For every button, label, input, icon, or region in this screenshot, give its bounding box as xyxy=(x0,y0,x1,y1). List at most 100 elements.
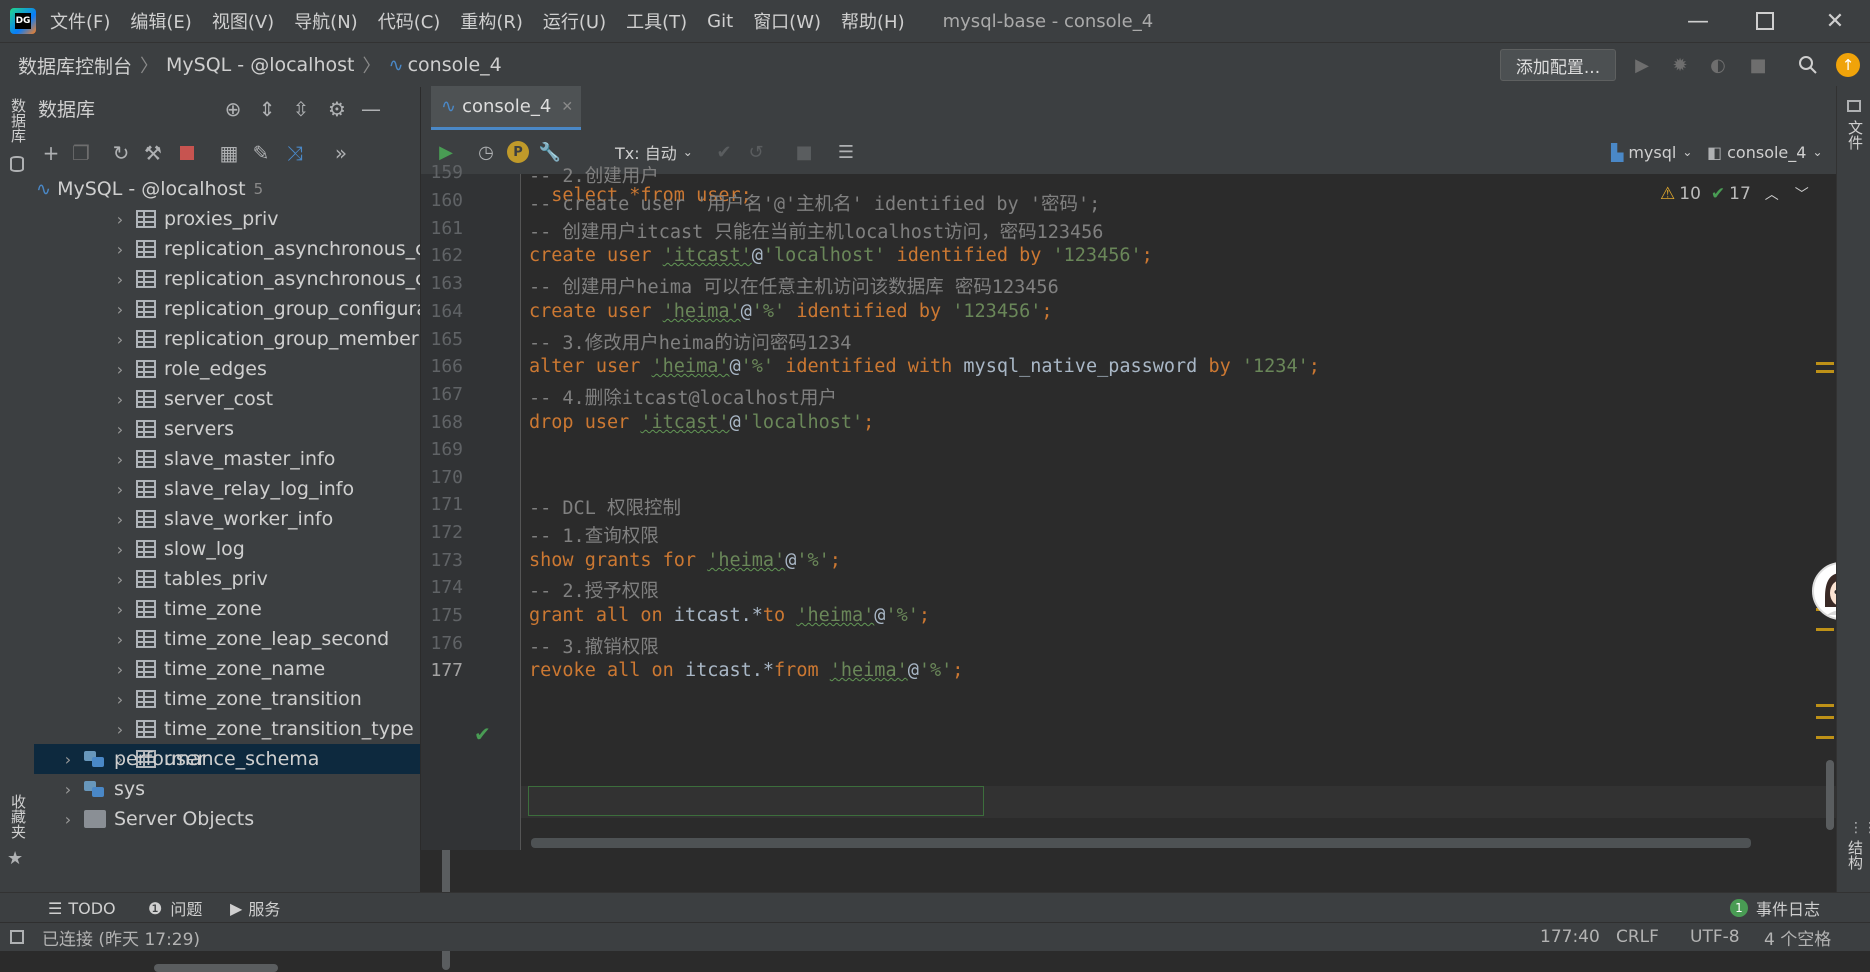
warning-marker[interactable] xyxy=(1816,716,1834,719)
warning-marker[interactable] xyxy=(1816,362,1834,365)
breadcrumb-datasource[interactable]: MySQL - @localhost xyxy=(166,54,354,76)
cursor-position[interactable]: 177:40 xyxy=(1540,923,1600,951)
menu-refactor[interactable]: 重构(R) xyxy=(460,8,523,34)
maximize-button[interactable] xyxy=(1735,0,1795,42)
indent-setting[interactable]: 4 个空格 xyxy=(1764,923,1831,951)
chevron-right-icon[interactable]: › xyxy=(110,690,130,709)
refresh-icon[interactable]: ↻ xyxy=(108,140,134,166)
tree-node-table[interactable]: › servers xyxy=(34,414,420,444)
menu-view[interactable]: 视图(V) xyxy=(212,8,274,34)
search-icon[interactable] xyxy=(1796,53,1820,77)
rollback-icon[interactable]: ↺ xyxy=(743,140,769,164)
commit-icon[interactable]: ✔ xyxy=(711,140,737,164)
chevron-right-icon[interactable]: › xyxy=(110,600,130,619)
edit-icon[interactable]: ✎ xyxy=(248,140,274,166)
jump-to-console-icon[interactable]: ⤨ xyxy=(282,140,308,166)
chevron-right-icon[interactable]: › xyxy=(110,420,130,439)
datasource-selector[interactable]: ▙ mysql ⌄ xyxy=(1611,140,1692,164)
tree-horizontal-scrollbar[interactable] xyxy=(154,964,278,972)
menu-help[interactable]: 帮助(H) xyxy=(841,8,905,34)
collapse-all-icon[interactable]: ⇳ xyxy=(288,96,314,122)
history-icon[interactable]: ◷ xyxy=(473,140,499,164)
tree-node-table[interactable]: › time_zone_leap_second xyxy=(34,624,420,654)
file-encoding[interactable]: UTF-8 xyxy=(1690,923,1740,951)
tree-node-table[interactable]: › replication_asynchronous_c xyxy=(34,234,420,264)
chevron-right-icon[interactable]: › xyxy=(110,360,130,379)
warning-marker[interactable] xyxy=(1816,370,1834,373)
tree-node-table[interactable]: › proxies_priv xyxy=(34,204,420,234)
chevron-right-icon[interactable]: › xyxy=(110,240,130,259)
coverage-icon[interactable]: ◐ xyxy=(1706,53,1730,77)
chevron-right-icon[interactable]: › xyxy=(110,210,130,229)
tree-node-table[interactable]: › time_zone_name xyxy=(34,654,420,684)
chevron-right-icon[interactable]: › xyxy=(110,390,130,409)
transaction-mode-dropdown[interactable]: Tx: 自动 ⌄ xyxy=(615,140,693,164)
panel-toggle-icon[interactable] xyxy=(10,923,24,951)
chevron-right-icon[interactable]: › xyxy=(110,330,130,349)
tree-node-schema[interactable]: › performance_schema xyxy=(34,744,420,774)
chevron-right-icon[interactable]: › xyxy=(110,660,130,679)
chevron-right-icon[interactable]: › xyxy=(110,480,130,499)
menu-tools[interactable]: 工具(T) xyxy=(626,8,687,34)
next-highlight-icon[interactable]: ﹀ xyxy=(1795,184,1809,204)
tree-node-schema[interactable]: › sys xyxy=(34,774,420,804)
warning-marker[interactable] xyxy=(1816,704,1834,707)
problems-tab[interactable]: ❶ 问题 xyxy=(148,893,202,923)
tree-node-table[interactable]: › tables_priv xyxy=(34,564,420,594)
chevron-right-icon[interactable]: › xyxy=(110,300,130,319)
chevron-right-icon[interactable]: › xyxy=(110,570,130,589)
chevron-right-icon[interactable]: › xyxy=(58,810,78,829)
stop-icon[interactable] xyxy=(174,140,200,166)
schema-sync-icon[interactable]: ⚒ xyxy=(140,140,166,166)
favorites-tool-tab[interactable]: 收藏夹 xyxy=(8,794,29,839)
menu-code[interactable]: 代码(C) xyxy=(378,8,441,34)
output-layout-icon[interactable]: ☰ xyxy=(833,140,859,164)
tree-node-table[interactable]: › slow_log xyxy=(34,534,420,564)
chevron-right-icon[interactable]: › xyxy=(110,450,130,469)
stop-icon[interactable]: ■ xyxy=(1746,53,1770,77)
menu-edit[interactable]: 编辑(E) xyxy=(130,8,191,34)
menu-window[interactable]: 窗口(W) xyxy=(753,8,821,34)
tree-node-server-objects[interactable]: › Server Objects xyxy=(34,804,420,834)
line-separator[interactable]: CRLF xyxy=(1616,923,1659,951)
close-tab-icon[interactable]: ✕ xyxy=(561,99,573,115)
chevron-right-icon[interactable]: › xyxy=(110,510,130,529)
chevron-right-icon[interactable]: › xyxy=(110,720,130,739)
settings-wrench-icon[interactable]: 🔧 xyxy=(537,140,563,164)
run-icon[interactable]: ▶ xyxy=(1630,53,1654,77)
tree-node-table[interactable]: › time_zone_transition xyxy=(34,684,420,714)
minimize-button[interactable]: — xyxy=(1668,0,1728,42)
table-view-icon[interactable]: ▦ xyxy=(216,140,242,166)
session-selector[interactable]: ◧ console_4 ⌄ xyxy=(1707,140,1823,164)
structure-tool-tab[interactable]: 结构 xyxy=(1845,840,1866,870)
todo-tab[interactable]: ☰ TODO xyxy=(48,893,116,923)
tree-node-table[interactable]: › slave_master_info xyxy=(34,444,420,474)
tree-node-table[interactable]: › server_cost xyxy=(34,384,420,414)
close-window-button[interactable]: ✕ xyxy=(1805,0,1865,42)
breadcrumb-console-file[interactable]: console_4 xyxy=(408,54,502,76)
menu-run[interactable]: 运行(U) xyxy=(543,8,606,34)
tree-node-table[interactable]: › replication_group_configura xyxy=(34,294,420,324)
event-log-tab[interactable]: 1 事件日志 xyxy=(1730,893,1820,923)
cancel-icon[interactable]: ■ xyxy=(791,140,817,164)
files-tool-tab[interactable]: 文件 xyxy=(1845,120,1866,150)
inspection-widget[interactable]: ⚠ 10 ✔ 17 ︿ ﹀ xyxy=(1660,184,1809,204)
add-configuration-button[interactable]: 添加配置... xyxy=(1500,49,1616,81)
add-icon[interactable]: + xyxy=(38,140,64,166)
breadcrumb-console[interactable]: 数据库控制台 xyxy=(18,52,132,79)
tree-node-table[interactable]: › slave_worker_info xyxy=(34,504,420,534)
tree-node-table[interactable]: › replication_asynchronous_c xyxy=(34,264,420,294)
crosshair-icon[interactable]: ⊕ xyxy=(220,96,246,122)
tree-node-table[interactable]: › replication_group_member xyxy=(34,324,420,354)
more-icon[interactable]: » xyxy=(328,140,354,166)
menu-git[interactable]: Git xyxy=(707,11,733,32)
copy-icon[interactable]: ❐ xyxy=(68,140,94,166)
chevron-right-icon[interactable]: › xyxy=(58,750,78,769)
update-icon[interactable]: ↑ xyxy=(1836,53,1860,77)
chevron-right-icon[interactable]: › xyxy=(110,540,130,559)
tree-node-table[interactable]: › slave_relay_log_info xyxy=(34,474,420,504)
editor-vertical-scrollbar[interactable] xyxy=(1826,760,1834,830)
hide-panel-icon[interactable]: — xyxy=(358,96,384,122)
execute-icon[interactable]: ▶ xyxy=(433,140,459,164)
chevron-right-icon[interactable]: › xyxy=(110,270,130,289)
